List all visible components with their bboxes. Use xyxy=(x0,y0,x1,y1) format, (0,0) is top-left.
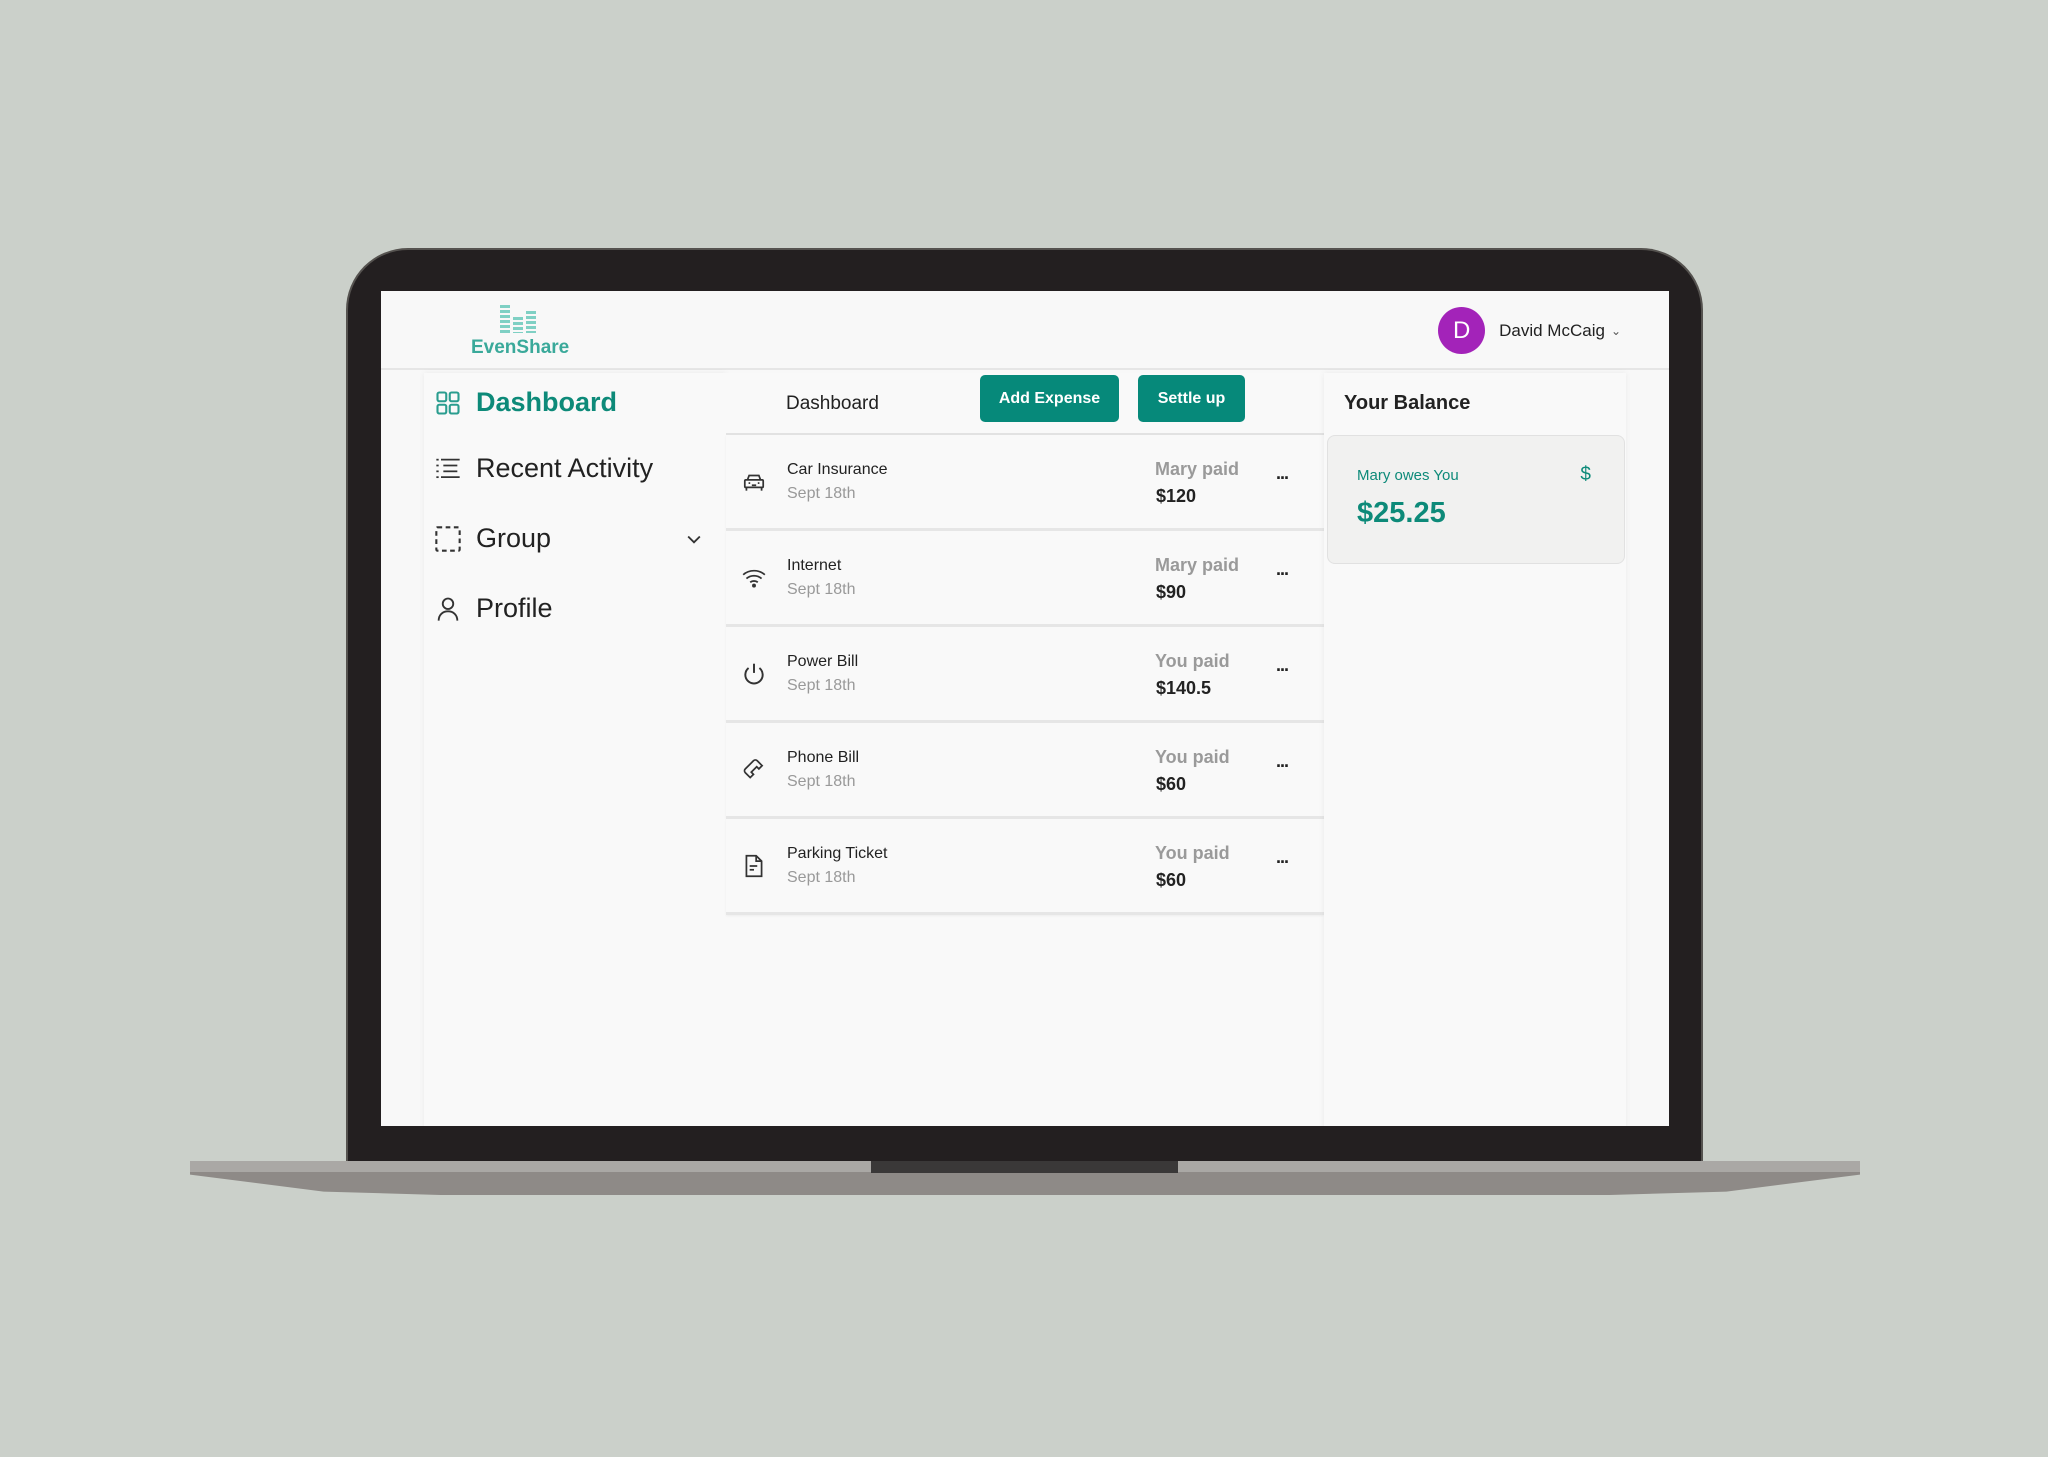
sidebar: Dashboard Recent Activity Group Profile xyxy=(424,373,726,1126)
main-content: Dashboard Add Expense Settle up Car Insu… xyxy=(726,373,1324,1126)
avatar: D xyxy=(1438,307,1486,354)
sidebar-item-dashboard[interactable]: Dashboard xyxy=(434,387,704,418)
main-header: Dashboard Add Expense Settle up xyxy=(726,373,1324,435)
sidebar-item-label: Profile xyxy=(476,593,553,623)
expense-payer: You paid xyxy=(1155,843,1230,863)
expense-name: Internet xyxy=(787,557,842,574)
laptop-hinge-notch xyxy=(871,1161,1178,1173)
expense-list: Car Insurance Sept 18th Mary paid $120 .… xyxy=(726,435,1324,915)
balance-value: $25.25 xyxy=(1357,497,1446,529)
chevron-down-icon[interactable] xyxy=(684,529,704,549)
expense-row[interactable]: Parking Ticket Sept 18th You paid $60 ..… xyxy=(726,819,1324,915)
expense-name: Phone Bill xyxy=(787,749,860,766)
logo[interactable]: EvenShare xyxy=(471,305,570,359)
expense-amount: $60 xyxy=(1156,774,1187,794)
expense-row[interactable]: Car Insurance Sept 18th Mary paid $120 .… xyxy=(726,435,1324,531)
app-header: EvenShare D David McCaig ⌄ xyxy=(381,291,1669,370)
expense-name: Car Insurance xyxy=(787,461,888,478)
expense-date: Sept 18th xyxy=(787,485,856,502)
expense-row[interactable]: Phone Bill Sept 18th You paid $60 ... xyxy=(726,723,1324,819)
list-icon xyxy=(436,458,460,478)
expense-name: Power Bill xyxy=(787,653,859,670)
logo-icon xyxy=(471,305,565,333)
expense-payer: You paid xyxy=(1155,651,1230,671)
expense-name: Parking Ticket xyxy=(787,845,888,862)
power-icon xyxy=(744,663,764,685)
wifi-icon xyxy=(742,569,766,588)
expense-row[interactable]: Power Bill Sept 18th You paid $140.5 ... xyxy=(726,627,1324,723)
page-title: Dashboard xyxy=(786,393,879,414)
sidebar-item-recent-activity[interactable]: Recent Activity xyxy=(434,453,704,484)
more-options-icon[interactable]: ... xyxy=(1276,847,1289,868)
balance-label: Mary owes You xyxy=(1357,467,1459,484)
expense-amount: $90 xyxy=(1156,582,1187,602)
add-expense-button[interactable]: Add Expense xyxy=(980,375,1119,422)
more-options-icon[interactable]: ... xyxy=(1276,655,1289,676)
more-options-icon[interactable]: ... xyxy=(1276,463,1289,484)
grid-icon xyxy=(436,390,460,415)
balance-title: Your Balance xyxy=(1344,392,1471,414)
user-icon xyxy=(437,597,459,621)
expense-date: Sept 18th xyxy=(787,869,856,886)
logo-text: EvenShare xyxy=(471,337,570,358)
app-screen: EvenShare D David McCaig ⌄ Dashboard Rec… xyxy=(381,291,1669,1126)
chevron-down-icon: ⌄ xyxy=(1610,323,1621,338)
expense-amount: $60 xyxy=(1156,870,1187,890)
sidebar-item-label: Recent Activity xyxy=(476,453,654,483)
user-menu[interactable]: D David McCaig ⌄ xyxy=(1438,307,1621,354)
expense-payer: Mary paid xyxy=(1155,555,1240,575)
phone-icon xyxy=(743,759,764,779)
car-icon xyxy=(743,474,765,491)
user-name: David McCaig xyxy=(1499,320,1605,340)
expense-date: Sept 18th xyxy=(787,773,856,790)
expense-payer: You paid xyxy=(1155,747,1230,767)
dollar-icon: $ xyxy=(1580,464,1591,485)
more-options-icon[interactable]: ... xyxy=(1276,559,1289,580)
balance-panel: Your Balance Mary owes You $ $25.25 xyxy=(1324,373,1626,1126)
settle-up-button[interactable]: Settle up xyxy=(1138,375,1245,422)
balance-card[interactable]: Mary owes You $ $25.25 xyxy=(1327,435,1625,564)
sidebar-item-label: Dashboard xyxy=(476,387,618,417)
expense-date: Sept 18th xyxy=(787,581,856,598)
expense-amount: $120 xyxy=(1156,486,1197,506)
expense-date: Sept 18th xyxy=(787,677,856,694)
sidebar-item-label: Group xyxy=(476,523,552,553)
document-icon xyxy=(745,854,763,878)
expense-amount: $140.5 xyxy=(1156,678,1212,698)
dashed-square-icon xyxy=(435,525,461,552)
expense-payer: Mary paid xyxy=(1155,459,1240,479)
sidebar-item-profile[interactable]: Profile xyxy=(434,593,704,624)
more-options-icon[interactable]: ... xyxy=(1276,751,1289,772)
sidebar-item-group[interactable]: Group xyxy=(434,523,704,554)
expense-row[interactable]: Internet Sept 18th Mary paid $90 ... xyxy=(726,531,1324,627)
